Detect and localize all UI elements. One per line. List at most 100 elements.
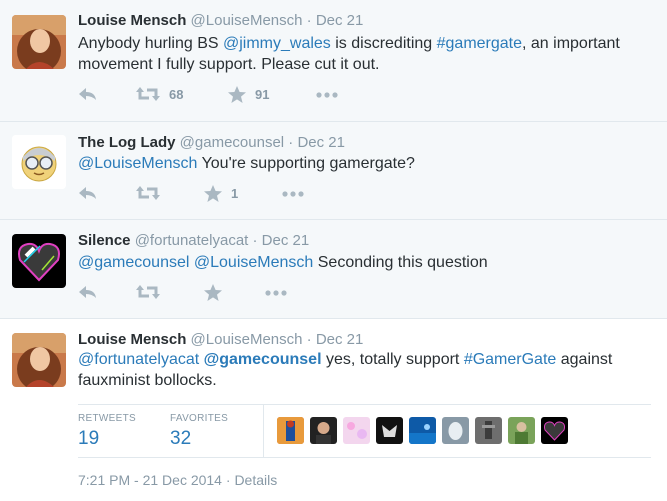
retweets-label: RETWEETS bbox=[78, 413, 136, 424]
text-segment: Seconding this question bbox=[313, 254, 488, 271]
favoriter-avatar[interactable] bbox=[442, 417, 469, 444]
favorite-count: 91 bbox=[255, 87, 270, 102]
reply-button[interactable] bbox=[78, 86, 98, 102]
avatar-louise-image bbox=[12, 333, 66, 387]
favoriter-avatar-image bbox=[277, 417, 304, 444]
tweet-text: Anybody hurling BS @jimmy_wales is discr… bbox=[78, 33, 638, 75]
favorites-stat[interactable]: FAVORITES 32 bbox=[170, 413, 228, 450]
favoriter-avatar[interactable] bbox=[376, 417, 403, 444]
mention-link[interactable]: @LouiseMensch bbox=[194, 254, 313, 271]
favoriter-avatar[interactable] bbox=[508, 417, 535, 444]
tweet-header: Louise Mensch @LouiseMensch · Dec 21 bbox=[78, 12, 363, 29]
retweet-button[interactable]: 68 bbox=[136, 86, 183, 102]
favorite-button[interactable]: 91 bbox=[228, 86, 269, 103]
avatar[interactable] bbox=[12, 135, 66, 189]
favorites-label: FAVORITES bbox=[170, 413, 229, 424]
more-button[interactable] bbox=[316, 92, 338, 98]
favoriter-avatar-image bbox=[508, 417, 535, 444]
text-segment: Anybody hurling BS bbox=[78, 35, 223, 52]
text-segment: is discrediting bbox=[330, 35, 437, 52]
screen-name[interactable]: @LouiseMensch bbox=[191, 12, 303, 29]
reply-button[interactable] bbox=[78, 284, 98, 300]
avatar-heart-image bbox=[12, 234, 66, 288]
favorite-star-icon bbox=[204, 284, 222, 301]
mention-link[interactable]: @jimmy_wales bbox=[223, 35, 331, 52]
tweet-silence[interactable]: Silence @fortunatelyacat · Dec 21 @gamec… bbox=[0, 220, 667, 319]
hashtag-link[interactable]: #gamergate bbox=[437, 35, 522, 52]
fullname[interactable]: Silence bbox=[78, 232, 131, 249]
more-icon bbox=[282, 191, 304, 197]
more-icon bbox=[316, 92, 338, 98]
separator: · bbox=[252, 232, 258, 249]
retweet-icon bbox=[136, 186, 160, 200]
mention-link[interactable]: @LouiseMensch bbox=[78, 155, 197, 172]
tweet-loglady[interactable]: The Log Lady @gamecounsel · Dec 21 @Loui… bbox=[0, 122, 667, 220]
avatar[interactable] bbox=[12, 15, 66, 69]
fullname[interactable]: Louise Mensch bbox=[78, 331, 186, 348]
favoriter-avatar[interactable] bbox=[409, 417, 436, 444]
mention-link[interactable]: @gamecounsel bbox=[78, 254, 189, 271]
favorite-star-icon bbox=[228, 86, 246, 103]
separator: · bbox=[288, 134, 294, 151]
favoriter-avatar-image bbox=[343, 417, 370, 444]
separator: · bbox=[306, 331, 312, 348]
tweet-header: Silence @fortunatelyacat · Dec 21 bbox=[78, 232, 309, 249]
mention-link[interactable]: @fortunatelyacat bbox=[78, 351, 199, 368]
retweets-stat[interactable]: RETWEETS 19 bbox=[78, 413, 136, 450]
avatar[interactable] bbox=[12, 333, 66, 387]
favorite-star-icon bbox=[204, 185, 222, 202]
favoriter-avatar[interactable] bbox=[310, 417, 337, 444]
retweet-button[interactable] bbox=[136, 284, 160, 300]
details-link[interactable]: Details bbox=[234, 472, 277, 488]
favorite-button[interactable]: 1 bbox=[204, 185, 238, 202]
avatar[interactable] bbox=[12, 234, 66, 288]
favoriter-avatar[interactable] bbox=[475, 417, 502, 444]
screen-name[interactable]: @fortunatelyacat bbox=[135, 232, 249, 249]
tweet-stats: RETWEETS 19 FAVORITES 32 bbox=[78, 404, 651, 458]
separator: · bbox=[225, 472, 231, 488]
retweet-button[interactable] bbox=[136, 185, 160, 201]
reply-icon bbox=[79, 187, 96, 199]
text-segment: You're supporting gamergate? bbox=[197, 155, 415, 172]
stats-divider bbox=[263, 405, 264, 457]
favoriter-avatar[interactable] bbox=[343, 417, 370, 444]
favorite-button[interactable] bbox=[204, 284, 222, 301]
retweets-value: 19 bbox=[78, 428, 100, 449]
timestamp[interactable]: Dec 21 bbox=[297, 134, 345, 151]
screen-name[interactable]: @gamecounsel bbox=[180, 134, 284, 151]
screen-name[interactable]: @LouiseMensch bbox=[191, 331, 303, 348]
mention-link[interactable]: @gamecounsel bbox=[204, 351, 322, 368]
favoriter-avatar[interactable] bbox=[541, 417, 568, 444]
hashtag-link[interactable]: #GamerGate bbox=[464, 351, 556, 368]
favorite-count: 1 bbox=[231, 186, 239, 201]
fullname[interactable]: Louise Mensch bbox=[78, 12, 186, 29]
timestamp[interactable]: Dec 21 bbox=[262, 232, 310, 249]
favoriter-avatar-image bbox=[310, 417, 337, 444]
favoriter-avatar-image bbox=[376, 417, 403, 444]
tweet-header: Louise Mensch @LouiseMensch · Dec 21 bbox=[78, 331, 363, 348]
reply-icon bbox=[79, 286, 96, 298]
tweet-louise-1[interactable]: Louise Mensch @LouiseMensch · Dec 21 Any… bbox=[0, 0, 667, 122]
favoriter-avatar-image bbox=[442, 417, 469, 444]
favoriter-avatar[interactable] bbox=[277, 417, 304, 444]
tweet-text: @gamecounsel @LouiseMensch Seconding thi… bbox=[78, 252, 638, 273]
avatar-louise-image bbox=[12, 15, 66, 69]
fullname[interactable]: The Log Lady bbox=[78, 134, 176, 151]
tweet-timestamp[interactable]: 7:21 PM - 21 Dec 2014 bbox=[78, 472, 222, 488]
reply-button[interactable] bbox=[78, 185, 98, 201]
separator: · bbox=[306, 12, 312, 29]
timestamp[interactable]: Dec 21 bbox=[316, 12, 364, 29]
more-icon bbox=[265, 290, 287, 296]
more-button[interactable] bbox=[282, 191, 304, 197]
tweet-text: @fortunatelyacat @gamecounsel yes, total… bbox=[78, 349, 638, 391]
tweet-header: The Log Lady @gamecounsel · Dec 21 bbox=[78, 134, 345, 151]
tweet-meta: 7:21 PM - 21 Dec 2014 · Details bbox=[78, 472, 277, 488]
more-button[interactable] bbox=[265, 290, 287, 296]
retweet-icon bbox=[136, 285, 160, 299]
favoriter-avatar-image bbox=[409, 417, 436, 444]
timestamp[interactable]: Dec 21 bbox=[316, 331, 364, 348]
favoriter-avatar-image bbox=[475, 417, 502, 444]
reply-icon bbox=[79, 88, 96, 100]
text-segment: yes, totally support bbox=[321, 351, 464, 368]
tweet-text: @LouiseMensch You're supporting gamergat… bbox=[78, 153, 638, 174]
